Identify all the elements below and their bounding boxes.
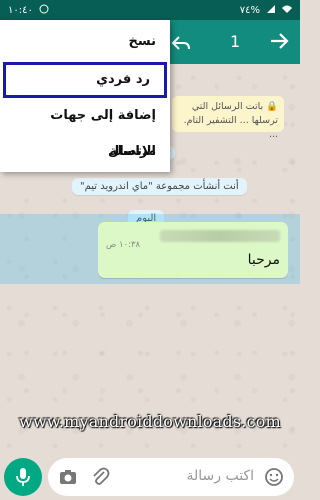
battery-percent: ٧٤% — [239, 4, 260, 16]
wifi-icon — [282, 4, 292, 17]
emoji-icon[interactable] — [264, 467, 284, 487]
encryption-notice[interactable]: 🔒 باتت الرسائل التي ترسلها ... التشفير ا… — [172, 96, 284, 140]
microphone-icon — [16, 468, 30, 486]
menu-item-message[interactable]: مراسلة — [0, 134, 170, 170]
outgoing-message-bubble[interactable]: ١٠:٣٨ ص مرحبا — [98, 222, 288, 278]
group-created-message: أنت أنشأت مجموعة "ماي اندرويد تيم" — [72, 178, 247, 195]
message-context-menu: نسخ رد فردي إضافة إلى جهات الاتصال مراسل… — [0, 20, 170, 172]
back-arrow-icon[interactable] — [268, 30, 290, 52]
message-text: مرحبا — [247, 252, 280, 268]
status-time: ١٠:٤٠ — [8, 4, 33, 16]
message-input[interactable]: اكتب رسالة — [48, 458, 294, 496]
menu-item-add-to-contacts[interactable]: إضافة إلى جهات الاتصال — [0, 98, 170, 159]
message-placeholder: اكتب رسالة — [186, 468, 254, 484]
signal-icon — [266, 4, 276, 17]
attach-paperclip-icon[interactable] — [90, 466, 110, 488]
camera-icon[interactable] — [58, 467, 78, 487]
menu-item-reply-privately[interactable]: رد فردي — [3, 62, 167, 98]
composer-bar: اكتب رسالة — [0, 456, 300, 500]
reply-icon[interactable] — [170, 32, 192, 54]
selected-count: 1 — [230, 32, 241, 51]
blurred-sender-name — [160, 230, 280, 242]
watermark: www.myandroiddownloads.com — [19, 412, 281, 431]
menu-item-copy[interactable]: نسخ — [0, 24, 170, 60]
mic-button[interactable] — [4, 458, 42, 496]
message-time: ١٠:٣٨ ص — [106, 240, 141, 250]
whatsapp-notification-icon — [39, 4, 49, 17]
status-bar: ١٠:٤٠ ٧٤% — [0, 0, 300, 20]
